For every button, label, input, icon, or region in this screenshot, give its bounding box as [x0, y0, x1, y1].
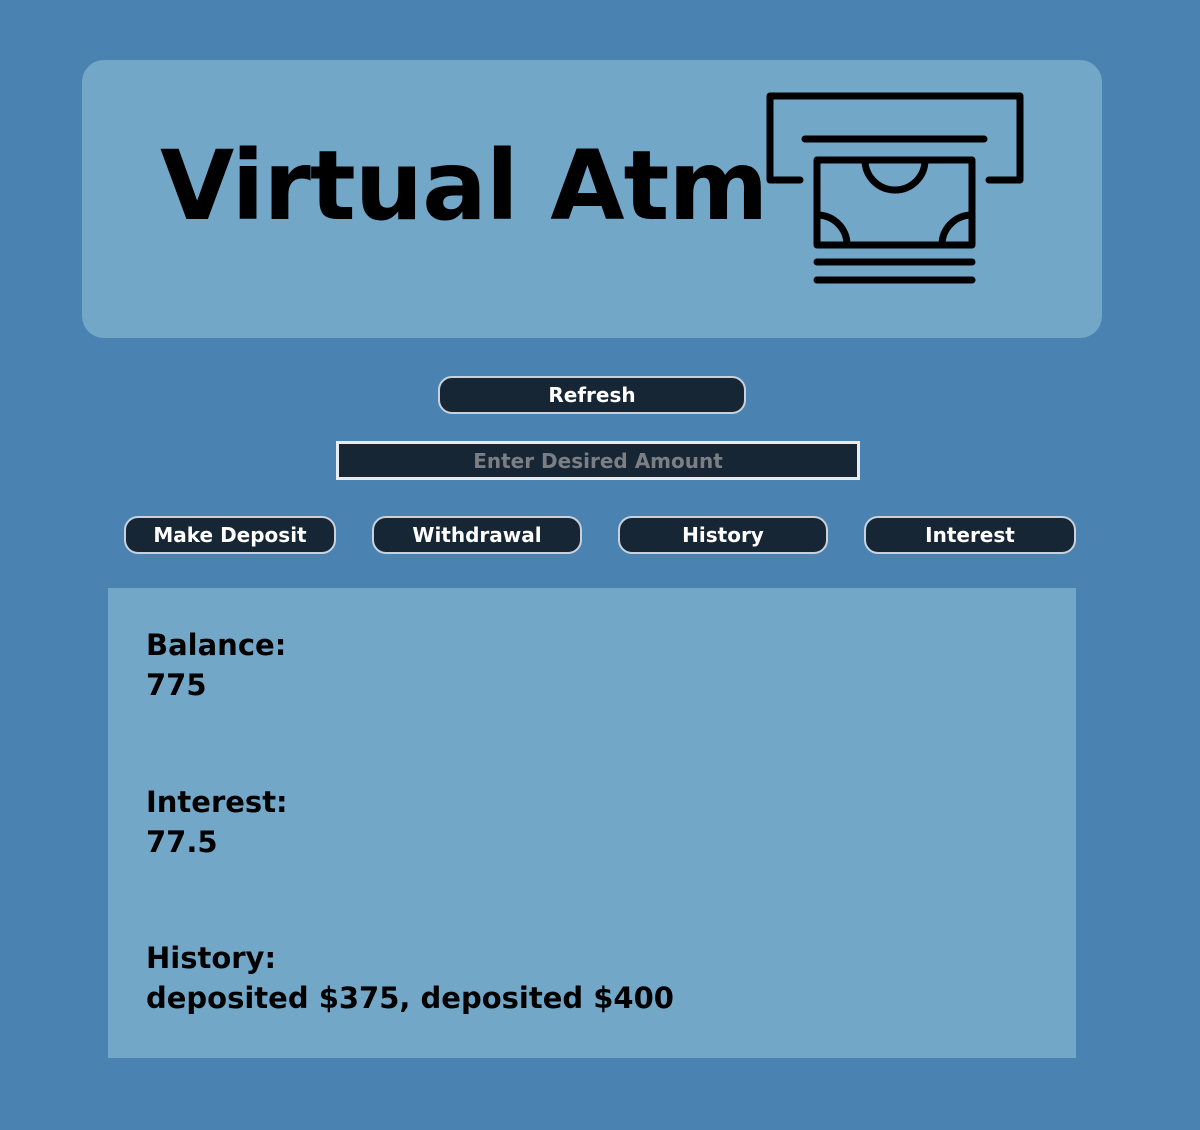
interest-label: Interest:	[146, 785, 288, 819]
balance-value: 775	[146, 668, 207, 702]
make-deposit-button[interactable]: Make Deposit	[124, 516, 336, 554]
account-summary-panel: Balance: 775 Interest: 77.5 History: dep…	[108, 588, 1076, 1058]
interest-button[interactable]: Interest	[864, 516, 1076, 554]
balance-label: Balance:	[146, 628, 287, 662]
withdrawal-button[interactable]: Withdrawal	[372, 516, 582, 554]
refresh-button[interactable]: Refresh	[438, 376, 746, 414]
history-button[interactable]: History	[618, 516, 828, 554]
history-label: History:	[146, 941, 277, 975]
atm-cash-icon	[766, 92, 1024, 284]
page-title: Virtual Atm	[160, 130, 768, 242]
history-value: deposited $375, deposited $400	[146, 981, 674, 1015]
header-banner: Virtual Atm	[82, 60, 1102, 338]
interest-value: 77.5	[146, 825, 218, 859]
amount-input[interactable]	[336, 441, 860, 480]
